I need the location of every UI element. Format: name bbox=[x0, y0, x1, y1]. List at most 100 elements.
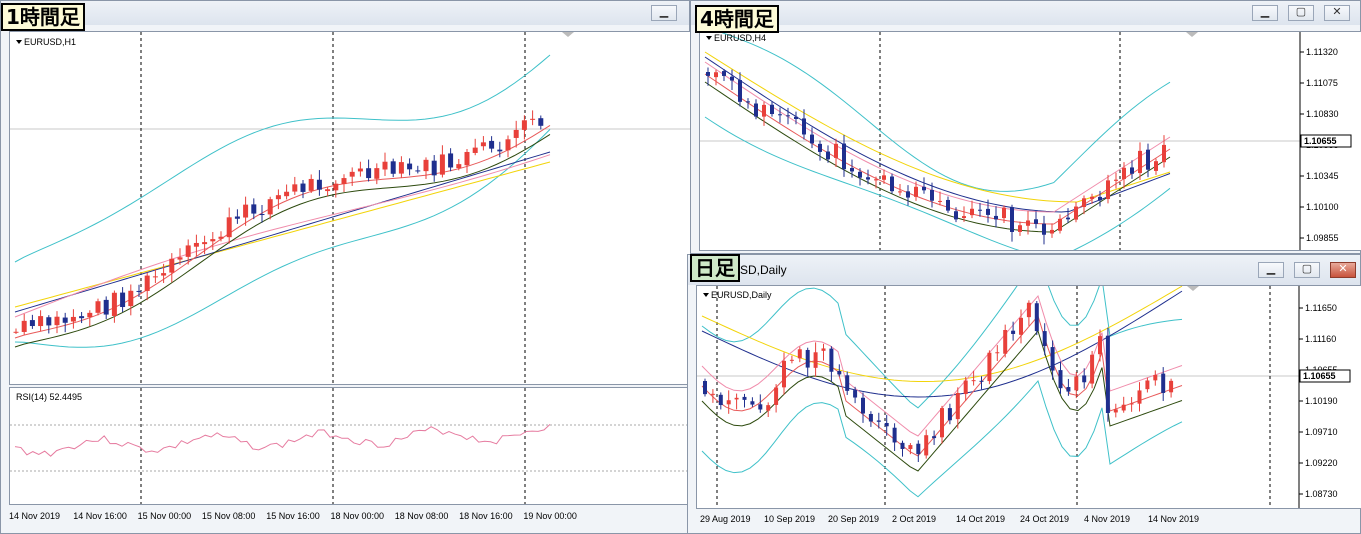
h4-candle-body bbox=[714, 72, 718, 78]
h4-candle-body bbox=[930, 189, 934, 201]
h4-candle-body bbox=[778, 114, 782, 116]
h4-candle-body bbox=[706, 72, 710, 76]
h4-candle-body bbox=[850, 168, 854, 172]
h1-candle-body bbox=[193, 242, 199, 247]
h1-candle-body bbox=[177, 257, 183, 260]
daily-candle-body bbox=[750, 401, 755, 405]
h1-titlebar[interactable] bbox=[1, 1, 689, 25]
daily-candle-body bbox=[718, 394, 723, 406]
h1-candle-body bbox=[513, 129, 519, 138]
daily-time-tick: 14 Oct 2019 bbox=[956, 514, 1005, 524]
h1-candle-body bbox=[87, 312, 93, 318]
h1-candle-body bbox=[144, 275, 150, 291]
close-icon[interactable]: ✕ bbox=[1324, 5, 1350, 21]
h1-ma-navy bbox=[14, 151, 551, 313]
daily-candle-body bbox=[1019, 317, 1023, 335]
h1-candle-body bbox=[366, 168, 372, 179]
daily-price-chart[interactable]: 1.11650 1.11160 1.10655 1.10190 1.09710 1.092… bbox=[696, 285, 1361, 509]
maximize-icon[interactable]: ▢ bbox=[1288, 5, 1314, 21]
h1-time-tick: 18 Nov 16:00 bbox=[459, 511, 513, 521]
daily-price-tick: 1.09710 bbox=[1305, 427, 1338, 437]
minimize-icon[interactable]: ▁ bbox=[1252, 5, 1278, 21]
h1-time-tick: 14 Nov 2019 bbox=[9, 511, 60, 521]
h1-candle-body bbox=[333, 183, 339, 191]
h4-candle-body bbox=[1082, 198, 1086, 208]
h1-time-tick: 15 Nov 00:00 bbox=[138, 511, 192, 521]
h1-ma-yellow bbox=[14, 161, 551, 308]
h4-price-chart[interactable]: 1.113201.110751.108301.105851.103451.101… bbox=[699, 31, 1361, 251]
h1-candle-body bbox=[382, 161, 388, 170]
h4-candle-body bbox=[922, 186, 926, 191]
h4-price-tick: 1.10100 bbox=[1306, 202, 1339, 212]
h1-candle-body bbox=[292, 184, 298, 192]
h1-rsi-panel[interactable]: RSI(14) 52.4495 bbox=[9, 387, 691, 505]
h1-symbol-label: EURUSD,H1 bbox=[24, 37, 77, 47]
daily-window-title: SD,Daily bbox=[740, 263, 787, 277]
h1-candle-body bbox=[226, 217, 232, 238]
h1-candle-body bbox=[439, 154, 445, 175]
h1-candle-body bbox=[480, 142, 486, 147]
h4-candle-body bbox=[890, 176, 894, 192]
daily-candle-body bbox=[908, 445, 913, 450]
h4-candle-body bbox=[826, 151, 830, 160]
daily-candle-body bbox=[1121, 404, 1126, 411]
h4-price-plot: 1.113201.110751.108301.105851.103451.101… bbox=[700, 32, 1352, 250]
h4-candle-body bbox=[954, 211, 958, 220]
close-icon[interactable]: ✕ bbox=[1330, 262, 1356, 278]
h1-candle-body bbox=[29, 320, 35, 327]
daily-candle-body bbox=[1066, 387, 1071, 392]
h1-candle-body bbox=[308, 178, 314, 191]
h4-candle-body bbox=[1122, 167, 1126, 180]
h1-chart-window[interactable]: ▁ EURUSD,H1 RSI(14) 52.4495 14 Nov 2019 1… bbox=[0, 0, 691, 534]
h1-ma-pink bbox=[14, 154, 551, 318]
h1-candle-body bbox=[349, 171, 355, 177]
daily-candle-body bbox=[782, 360, 786, 388]
daily-candle-body bbox=[1042, 331, 1047, 347]
daily-candle-body bbox=[1090, 354, 1095, 384]
daily-candle-body bbox=[1034, 303, 1039, 332]
h1-candle-body bbox=[259, 214, 265, 216]
h1-candle-body bbox=[21, 320, 27, 332]
daily-time-axis: 29 Aug 2019 10 Sep 2019 20 Sep 2019 2 Oct 2… bbox=[700, 514, 1199, 524]
daily-candle-body bbox=[876, 420, 881, 422]
h4-candle-body bbox=[730, 76, 734, 81]
daily-time-tick: 24 Oct 2019 bbox=[1020, 514, 1069, 524]
h1-time-tick: 15 Nov 08:00 bbox=[202, 511, 256, 521]
h4-price-tag: 1.10655 bbox=[1304, 136, 1337, 146]
h4-candle-body bbox=[738, 80, 742, 102]
h1-candle-body bbox=[161, 273, 167, 276]
dropdown-arrow-icon bbox=[703, 293, 709, 297]
daily-candle-body bbox=[1113, 409, 1118, 413]
daily-candle-body bbox=[726, 400, 731, 405]
h1-candle-body bbox=[464, 151, 470, 166]
daily-time-tick: 2 Oct 2019 bbox=[892, 514, 936, 524]
h4-candle-body bbox=[746, 101, 750, 103]
dropdown-arrow-icon bbox=[16, 40, 22, 44]
daily-candle-body bbox=[916, 443, 921, 455]
h1-price-chart[interactable]: EURUSD,H1 bbox=[9, 31, 691, 385]
h1-candle-body bbox=[13, 331, 19, 333]
h4-candle-body bbox=[1034, 219, 1038, 224]
daily-candle-body bbox=[995, 352, 1000, 354]
h1-candle-body bbox=[243, 204, 249, 218]
h4-candle-body bbox=[1050, 229, 1054, 234]
maximize-icon[interactable]: ▢ bbox=[1294, 262, 1320, 278]
daily-price-tick: 1.08730 bbox=[1305, 489, 1338, 499]
daily-ma-dark bbox=[701, 329, 1183, 472]
h1-candle-body bbox=[111, 292, 117, 316]
minimize-icon[interactable]: ▁ bbox=[1258, 262, 1284, 278]
daily-candle-body bbox=[1082, 375, 1087, 383]
h1-candle-body bbox=[398, 162, 404, 174]
daily-candle-body bbox=[742, 396, 747, 400]
h4-label: 4時間足 bbox=[695, 5, 779, 33]
daily-candle-body bbox=[940, 408, 944, 438]
h4-candle-body bbox=[866, 177, 870, 180]
daily-time-tick: 4 Nov 2019 bbox=[1084, 514, 1130, 524]
daily-candle-body bbox=[1169, 380, 1174, 393]
h4-candle-body bbox=[810, 134, 814, 144]
daily-chart-window[interactable]: SD,Daily ▁ ▢ ✕ 1.11650 1.11160 1.10655 1.10… bbox=[687, 254, 1361, 534]
minimize-icon[interactable]: ▁ bbox=[651, 5, 677, 21]
h1-candle-body bbox=[316, 179, 322, 190]
h4-chart-window[interactable]: ▁ ▢ ✕ 1.113201.110751.108301.105851.1034… bbox=[690, 0, 1361, 254]
dropdown-arrow-icon bbox=[706, 36, 712, 40]
